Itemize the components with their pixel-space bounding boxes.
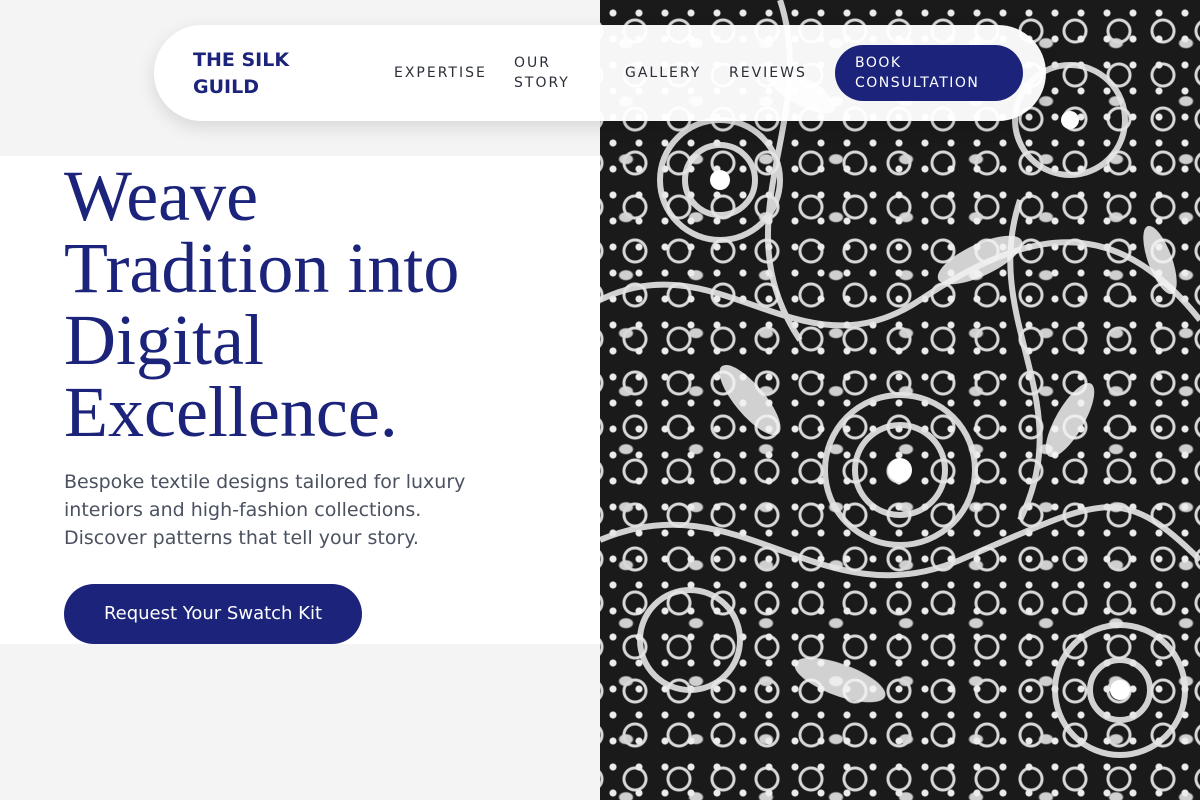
request-swatch-kit-button[interactable]: Request Your Swatch Kit [64, 584, 362, 644]
hero-title: Weave Tradition into Digital Excellence. [64, 156, 460, 452]
nav-link-gallery[interactable]: GALLERY [625, 63, 701, 83]
book-consultation-button[interactable]: BOOK CONSULTATION [835, 45, 1023, 101]
top-navigation: THE SILK GUILD EXPERTISE OUR STORY GALLE… [154, 25, 1046, 121]
hero-section: Weave Tradition into Digital Excellence.… [0, 156, 600, 644]
hero-subtitle: Bespoke textile designs tailored for lux… [64, 471, 466, 549]
nav-link-our-story[interactable]: OUR STORY [514, 53, 594, 93]
brand-logo[interactable]: THE SILK GUILD [193, 47, 333, 101]
nav-link-reviews[interactable]: REVIEWS [729, 63, 807, 83]
nav-link-expertise[interactable]: EXPERTISE [394, 63, 487, 83]
